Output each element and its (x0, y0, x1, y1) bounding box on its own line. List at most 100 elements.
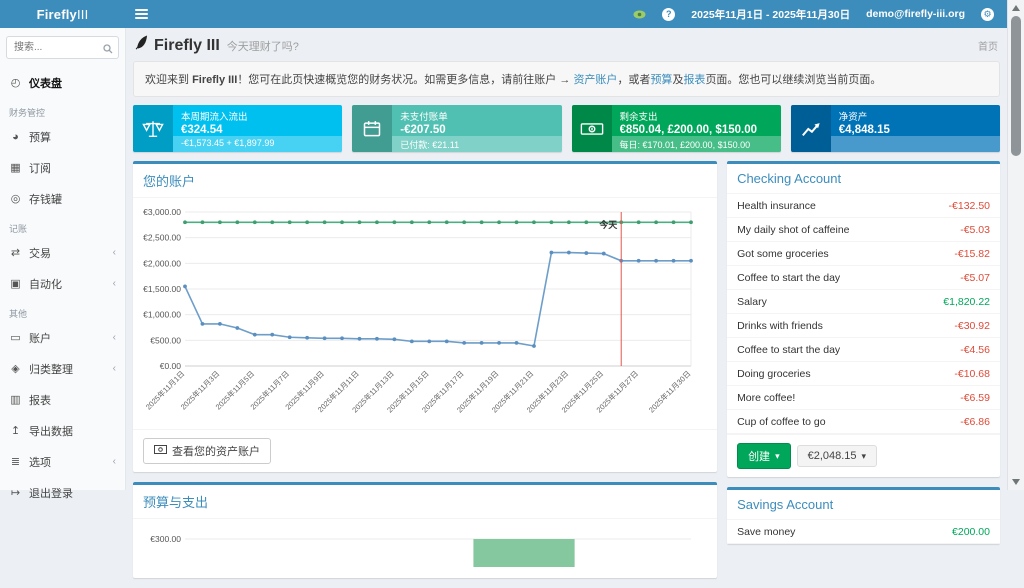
scroll-up-arrow-icon[interactable] (1012, 5, 1020, 11)
savings-transactions-list: Save money €200.00 (727, 520, 1000, 544)
transaction-description: Coffee to start the day (737, 272, 840, 284)
transaction-description: Got some groceries (737, 248, 829, 260)
transaction-description: Salary (737, 296, 767, 308)
svg-text:€0.00: €0.00 (160, 361, 182, 371)
transaction-amount: -€30.92 (954, 320, 990, 332)
sidebar-item-transactions[interactable]: ⇄交易‹ (0, 237, 125, 268)
app-brand[interactable]: FireflyIII (0, 7, 125, 22)
sidebar-item-reports[interactable]: ▥报表 (0, 384, 125, 415)
money-bill-icon (572, 105, 612, 152)
infobox-footer: -€1,573.45 + €1,897.99 (173, 136, 342, 152)
help-icon[interactable]: ? (662, 8, 675, 21)
sidebar-item-label: 选项 (29, 454, 51, 470)
transaction-amount: -€10.68 (954, 368, 990, 380)
scroll-down-arrow-icon[interactable] (1012, 479, 1020, 485)
sidebar-item-label: 归类整理 (29, 361, 73, 377)
transaction-description: Cup of coffee to go (737, 416, 826, 428)
sliders-icon: ≣ (9, 455, 22, 468)
breadcrumb[interactable]: 首页 (978, 38, 998, 53)
account-balance-dropdown[interactable]: €2,048.15 ▾ (797, 445, 877, 467)
sidebar-item-options[interactable]: ≣ 选项 ‹ (0, 446, 125, 477)
transaction-row[interactable]: Got some groceries-€15.82 (727, 242, 1000, 266)
transaction-row[interactable]: Salary€1,820.22 (727, 290, 1000, 314)
chevron-left-icon: ‹ (113, 456, 116, 467)
transaction-amount: €200.00 (952, 526, 990, 538)
caret-down-icon: ▾ (862, 451, 867, 462)
infobox-title: 净资产 (839, 109, 992, 123)
sidebar-item-subscriptions[interactable]: ▦订阅 (0, 152, 125, 183)
create-button[interactable]: 创建 ▾ (737, 443, 791, 469)
transaction-row[interactable]: More coffee!-€6.59 (727, 386, 1000, 410)
sidebar-item-budgets[interactable]: ◕预算 (0, 121, 125, 152)
budget-y-tick: €300.00 (150, 534, 181, 544)
hamburger-menu-icon[interactable] (135, 7, 148, 21)
transaction-description: Doing groceries (737, 368, 811, 380)
checking-account-title[interactable]: Checking Account (727, 164, 1000, 194)
sidebar-item-dashboard[interactable]: ◴仪表盘 (0, 67, 125, 98)
sidebar-item-label: 账户 (29, 330, 51, 346)
transaction-row[interactable]: Cup of coffee to go-€6.86 (727, 410, 1000, 434)
infobox-unpaid-bills[interactable]: 未支付账单-€207.50已付款: €21.11 (352, 105, 561, 152)
transaction-row[interactable]: Drinks with friends -€30.92 (727, 314, 1000, 338)
date-range-selector[interactable]: 2025年11月1日 - 2025年11月30日 (691, 7, 850, 22)
sidebar-section-header: 财务管控 (0, 98, 125, 121)
y-gridlines: €0.00€500.00€1,000.00€1,500.00€2,000.00€… (143, 207, 691, 371)
sidebar-item-automation[interactable]: ▣自动化‹ (0, 268, 125, 299)
infobox-value: €850.04, £200.00, $150.00 (620, 124, 773, 136)
main-content: Firefly III 今天理财了吗? 首页 欢迎来到 Firefly III！… (125, 28, 1008, 490)
infobox-left-to-spend[interactable]: 剩余支出€850.04, £200.00, $150.00每日: €170.01… (572, 105, 781, 152)
eye-icon[interactable] (633, 10, 646, 19)
page-scrollbar[interactable] (1007, 0, 1024, 490)
sidebar-menu: ◴仪表盘财务管控◕预算▦订阅◎存钱罐记账⇄交易‹▣自动化‹其他▭账户‹◈归类整理… (0, 67, 125, 508)
user-email[interactable]: demo@firefly-iii.org (866, 8, 965, 20)
callout-link[interactable]: 报表 (683, 74, 705, 86)
transaction-amount: -€5.07 (960, 272, 990, 284)
callout-text: ，或者 (617, 74, 650, 86)
sidebar-item-piggy-banks[interactable]: ◎存钱罐 (0, 183, 125, 214)
sidebar-item-label: 订阅 (29, 160, 51, 176)
svg-text:€1,500.00: €1,500.00 (143, 284, 181, 294)
scrollbar-thumb[interactable] (1011, 16, 1021, 156)
page-subtitle: 今天理财了吗? (227, 38, 299, 54)
transaction-description: Drinks with friends (737, 320, 823, 332)
bullseye-icon: ◎ (9, 192, 22, 205)
tags-icon: ◈ (9, 362, 22, 375)
svg-text:€500.00: €500.00 (150, 335, 181, 345)
callout-link[interactable]: 资产账户 (573, 74, 617, 86)
account-balance-label: €2,048.15 (808, 450, 857, 462)
checking-transactions-list: Health insurance-€132.50My daily shot of… (727, 194, 1000, 434)
transaction-amount: -€5.03 (960, 224, 990, 236)
transaction-row[interactable]: Doing groceries -€10.68 (727, 362, 1000, 386)
caret-down-icon: ▾ (775, 451, 780, 462)
page-title: Firefly III (154, 37, 220, 55)
transaction-row[interactable]: My daily shot of caffeine-€5.03 (727, 218, 1000, 242)
transaction-description: Save money (737, 526, 795, 538)
infobox-title: 未支付账单 (400, 109, 553, 123)
savings-account-title[interactable]: Savings Account (727, 490, 1000, 520)
infobox-footer: 已付款: €21.11 (392, 136, 561, 152)
sidebar-item-accounts[interactable]: ▭账户‹ (0, 322, 125, 353)
sidebar-item-label: 交易 (29, 245, 51, 261)
callout-link[interactable]: 预算 (650, 74, 672, 86)
infobox-footer (831, 136, 1000, 152)
budgets-chart-panel: 预算与支出 €300.00 (133, 482, 717, 578)
budget-bar[interactable] (473, 539, 574, 567)
transaction-row[interactable]: Save money €200.00 (727, 520, 1000, 544)
transaction-row[interactable]: Coffee to start the day-€4.56 (727, 338, 1000, 362)
gear-icon[interactable]: ⚙ (981, 8, 994, 21)
search-icon (103, 41, 113, 59)
infobox-net-worth[interactable]: 净资产€4,848.15 (791, 105, 1000, 152)
callout-bold-text: Firefly III (192, 74, 237, 86)
infobox-value: €4,848.15 (839, 124, 992, 136)
chart-line-icon (791, 105, 831, 152)
bar-chart-icon: ▥ (9, 393, 22, 406)
gauge-icon: ◴ (9, 76, 22, 89)
chevron-left-icon: ‹ (113, 247, 116, 258)
view-asset-accounts-button[interactable]: 查看您的资产账户 (143, 438, 271, 464)
sidebar-item-export-data[interactable]: ↥导出数据 (0, 415, 125, 446)
transaction-row[interactable]: Health insurance-€132.50 (727, 194, 1000, 218)
infobox-in-out-period[interactable]: 本周期流入流出€324.54-€1,573.45 + €1,897.99 (133, 105, 342, 152)
transaction-description: More coffee! (737, 392, 795, 404)
transaction-row[interactable]: Coffee to start the day -€5.07 (727, 266, 1000, 290)
sidebar-item-classification[interactable]: ◈归类整理‹ (0, 353, 125, 384)
